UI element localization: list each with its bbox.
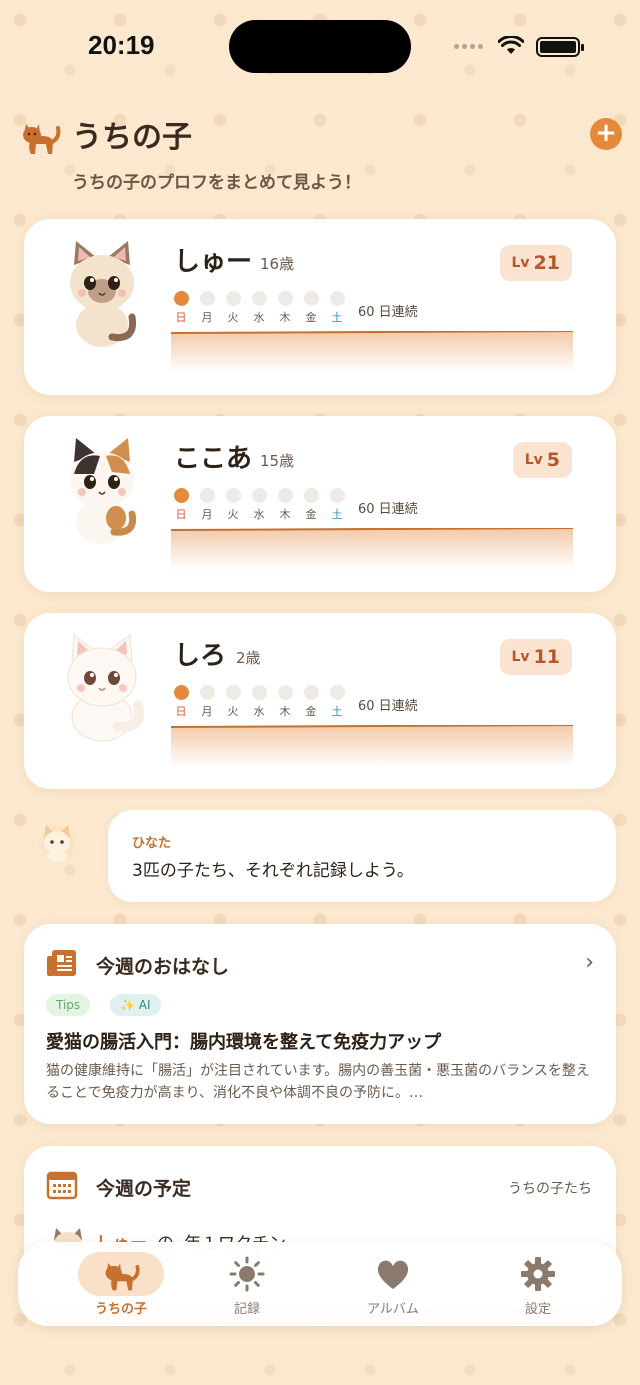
news-body: 猫の健康維持に「腸活」が注目されています。腸内の善玉菌・悪玉菌のバランスを整える… (46, 1063, 590, 1101)
streak-text: 60 日連続 (358, 305, 418, 320)
assistant-message: 3匹の子たち、それぞれ記録しよう。 (132, 861, 414, 881)
tab-settings[interactable]: 設定 (483, 1252, 593, 1322)
calendar-icon (46, 1171, 78, 1200)
day-dot: 金 (301, 685, 321, 719)
schedule-heading: 今週の予定 (96, 1178, 192, 1200)
day-dot: 日 (171, 488, 191, 522)
level-value: 5 (546, 449, 560, 471)
page-subtitle: うちの子のプロフをまとめて見よう！ (72, 173, 361, 193)
activity-sparkline (171, 725, 573, 767)
tab-label: 設定 (524, 1302, 551, 1317)
battery-icon (536, 37, 584, 57)
day-dot: 水 (249, 685, 269, 719)
day-dot: 日 (171, 291, 191, 325)
dynamic-island (229, 20, 411, 73)
gear-icon (521, 1257, 555, 1291)
news-title: 愛猫の腸活入門：腸内環境を整えて免疫力アップ (46, 1032, 442, 1053)
newspaper-icon (47, 950, 76, 976)
day-dot: 金 (301, 291, 321, 325)
assistant-message-bubble: ひなた 3匹の子たち、それぞれ記録しよう。 (108, 810, 616, 902)
streak-text: 60 日連続 (358, 502, 418, 517)
day-dot: 土 (327, 685, 347, 719)
cat-logo-icon (23, 124, 61, 154)
day-dot: 火 (223, 685, 243, 719)
pet-card[interactable]: しろ 2歳 Lv 11 日 月 火 水 木 金 土 60 日連続 (24, 613, 616, 789)
schedule-filter[interactable]: うちの子たち (508, 1178, 592, 1198)
day-dot: 水 (249, 291, 269, 325)
level-badge: Lv 21 (499, 245, 572, 281)
page-title: うちの子 (72, 120, 192, 155)
tab-bar: うちの子 記録 アルバム 設定 (18, 1242, 622, 1326)
day-dot: 月 (197, 291, 217, 325)
level-label: Lv (511, 255, 530, 271)
pet-age: 16歳 (260, 255, 295, 273)
status-time: 20:19 (88, 30, 155, 60)
day-dot: 木 (275, 488, 295, 522)
day-dot: 金 (301, 488, 321, 522)
white-cat-avatar (67, 634, 144, 742)
day-dot: 土 (327, 488, 347, 522)
tab-label: アルバム (367, 1302, 419, 1317)
assistant-cat-avatar (39, 825, 75, 862)
pet-card[interactable]: しゅー 16歳 Lv 21 日 月 火 水 木 金 土 60 日連続 (24, 219, 616, 395)
add-pet-button[interactable]: + (590, 118, 622, 150)
cat-icon (105, 1263, 140, 1291)
chevron-right-icon[interactable]: › (585, 950, 594, 975)
day-dot: 水 (249, 488, 269, 522)
weekly-record-dots: 日 月 火 水 木 金 土 (171, 488, 347, 522)
tab-records[interactable]: 記録 (192, 1252, 302, 1322)
weekly-record-dots: 日 月 火 水 木 金 土 (171, 685, 347, 719)
level-value: 21 (533, 252, 560, 274)
activity-sparkline (171, 331, 573, 373)
day-dot: 月 (197, 685, 217, 719)
sun-icon (229, 1256, 265, 1292)
cellular-signal-icon (454, 44, 483, 49)
tab-label: うちの子 (94, 1302, 147, 1317)
pet-age: 15歳 (260, 452, 295, 470)
level-label: Lv (524, 452, 543, 468)
pet-name: ここあ (174, 444, 253, 474)
pet-name: しゅー (174, 247, 253, 277)
calico-cat-avatar (70, 438, 137, 544)
status-bar: 20:19 (0, 0, 640, 92)
news-heading: 今週のおはなし (96, 956, 230, 978)
day-dot: 木 (275, 685, 295, 719)
weekly-record-dots: 日 月 火 水 木 金 土 (171, 291, 347, 325)
level-value: 11 (533, 646, 560, 668)
tab-album[interactable]: アルバム (338, 1252, 448, 1322)
day-dot: 火 (223, 291, 243, 325)
assistant-name: ひなた (132, 836, 172, 851)
day-dot: 木 (275, 291, 295, 325)
level-label: Lv (511, 649, 530, 665)
activity-sparkline (171, 528, 573, 570)
siamese-cat-avatar (70, 241, 137, 347)
pet-card[interactable]: ここあ 15歳 Lv 5 日 月 火 水 木 金 土 60 日連続 (24, 416, 616, 592)
heart-icon (377, 1260, 409, 1289)
day-dot: 土 (327, 291, 347, 325)
streak-text: 60 日連続 (358, 699, 418, 714)
ai-tag: ✨ AI (110, 994, 161, 1016)
wifi-icon (498, 36, 524, 54)
tab-pets[interactable]: うちの子 (66, 1252, 176, 1322)
day-dot: 月 (197, 488, 217, 522)
pet-age: 2歳 (236, 649, 261, 667)
day-dot: 日 (171, 685, 191, 719)
day-dot: 火 (223, 488, 243, 522)
tab-label: 記録 (233, 1302, 260, 1317)
level-badge: Lv 5 (512, 442, 572, 478)
level-badge: Lv 11 (499, 639, 572, 675)
weekly-news-card[interactable]: 今週のおはなし › Tips ✨ AI 愛猫の腸活入門：腸内環境を整えて免疫力ア… (24, 924, 616, 1124)
pet-name: しろ (174, 641, 227, 671)
plus-icon: + (595, 118, 617, 148)
tips-tag: Tips (46, 994, 91, 1016)
